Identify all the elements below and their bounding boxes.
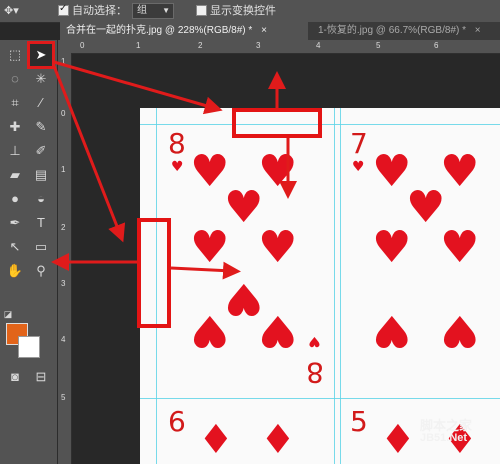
- watermark-url: JB51.Net: [420, 432, 468, 444]
- annotation-arrows: [51, 60, 297, 280]
- arrow-right: [170, 261, 241, 280]
- arrow-to-top-ruler: [53, 60, 223, 115]
- arrow-to-left-ruler: [52, 65, 126, 243]
